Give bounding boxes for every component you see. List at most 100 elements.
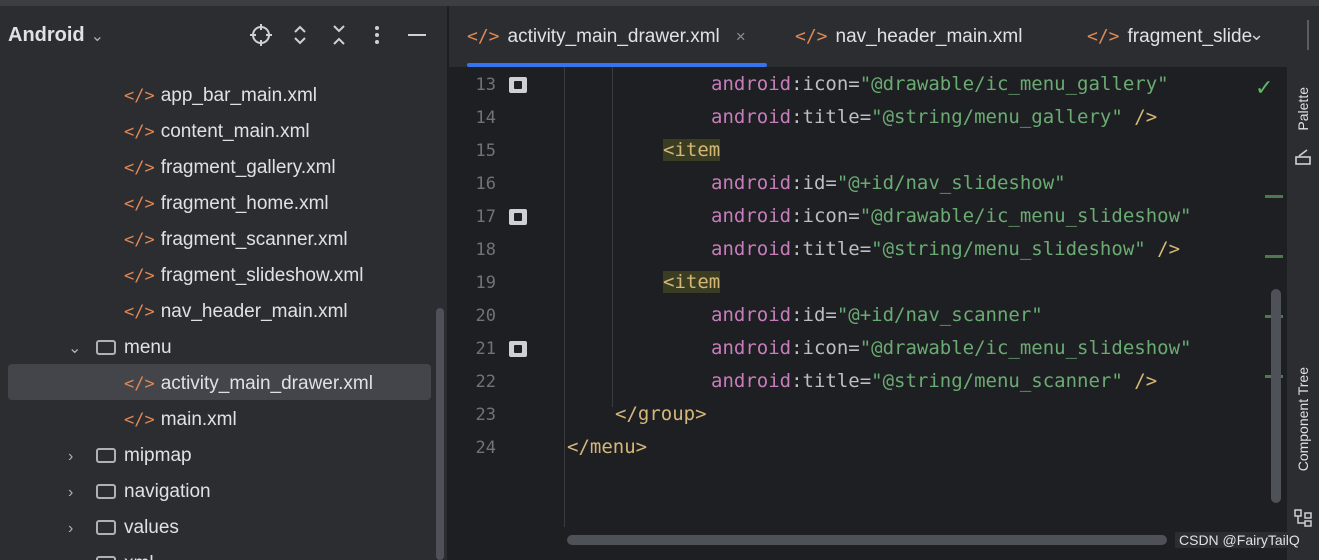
tree-item-file[interactable]: </> app_bar_main.xml — [124, 78, 317, 114]
xml-attribute: :title= — [791, 370, 872, 392]
no-problems-check-icon[interactable]: ✓ — [1255, 75, 1273, 101]
xml-file-icon: </> — [124, 86, 155, 106]
locate-icon[interactable] — [248, 23, 274, 49]
xml-tag: </menu> — [567, 436, 648, 458]
minimize-icon[interactable] — [404, 23, 430, 49]
code-line: </menu> — [567, 436, 647, 458]
folder-icon — [96, 340, 116, 355]
tree-item-file[interactable]: </> fragment_gallery.xml — [124, 150, 336, 186]
tree-item-file-selected[interactable]: </> activity_main_drawer.xml — [124, 366, 373, 402]
xml-value: "@drawable/ic_menu_slideshow" — [859, 337, 1192, 359]
code-editor[interactable]: 13 android:icon="@drawable/ic_menu_galle… — [449, 67, 1285, 560]
project-view-label: Android — [8, 24, 85, 46]
xml-value: "@string/menu_scanner" — [871, 370, 1123, 392]
component-tree-tool-button[interactable]: Component Tree — [1295, 367, 1311, 471]
tree-item-label: fragment_slideshow.xml — [160, 265, 364, 286]
xml-value: "@drawable/ic_menu_gallery" — [859, 73, 1169, 95]
tree-item-label: xml — [124, 553, 154, 560]
tab-label: nav_header_main.xml — [835, 26, 1023, 47]
xml-file-icon: </> — [795, 26, 828, 47]
scroll-marker — [1265, 195, 1283, 198]
chevron-right-icon[interactable]: › — [68, 439, 96, 475]
chevron-right-icon[interactable]: › — [68, 475, 96, 511]
xml-namespace: android — [711, 73, 792, 95]
project-panel: Android ⌄ </> app_bar_main.xml </> content_… — [0, 6, 447, 560]
code-line: android:icon="@drawable/ic_menu_slidesho… — [711, 337, 1191, 359]
chevron-right-icon[interactable]: › — [68, 511, 96, 547]
xml-value: "@string/menu_gallery" — [871, 106, 1123, 128]
code-line: <item — [663, 139, 721, 161]
collapse-all-icon[interactable] — [326, 23, 352, 49]
code-line: <item — [663, 271, 721, 293]
xml-namespace: android — [711, 106, 792, 128]
line-number: 24 — [475, 438, 496, 458]
xml-attribute: :icon= — [791, 205, 860, 227]
tab-label: fragment_slide — [1127, 26, 1253, 47]
code-line: android:title="@string/menu_slideshow" /… — [711, 238, 1180, 260]
component-tree-icon[interactable] — [1294, 509, 1312, 527]
chevron-right-icon[interactable]: › — [68, 547, 96, 560]
tree-item-label: content_main.xml — [160, 121, 310, 142]
tree-item-folder[interactable]: › navigation — [68, 474, 211, 510]
code-line: android:id="@+id/nav_scanner" — [711, 304, 1043, 326]
line-number: 18 — [475, 240, 496, 260]
code-line: android:title="@string/menu_scanner" /> — [711, 370, 1157, 392]
tree-item-file[interactable]: </> fragment_slideshow.xml — [124, 258, 363, 294]
code-line: android:id="@+id/nav_slideshow" — [711, 172, 1066, 194]
tree-item-folder[interactable]: › values — [68, 510, 179, 546]
palette-tool-button[interactable]: Palette — [1295, 87, 1311, 131]
chevron-down-icon[interactable]: ⌄ — [68, 331, 96, 367]
xml-file-icon: </> — [124, 302, 155, 322]
xml-file-icon: </> — [124, 158, 155, 178]
image-icon[interactable] — [509, 341, 527, 357]
xml-namespace: android — [711, 172, 792, 194]
xml-file-icon: </> — [124, 266, 155, 286]
xml-file-icon: </> — [467, 26, 500, 47]
editor-vertical-scrollbar[interactable] — [1271, 289, 1281, 503]
palette-icon[interactable] — [1295, 149, 1311, 165]
tree-item-folder[interactable]: › mipmap — [68, 438, 192, 474]
editor-tab-bar: </> activity_main_drawer.xml × </> nav_head… — [449, 6, 1319, 68]
xml-value: "@string/menu_slideshow" — [871, 238, 1146, 260]
tree-item-file[interactable]: </> content_main.xml — [124, 114, 310, 150]
watermark: CSDN @FairyTailQ — [1175, 532, 1304, 548]
xml-attribute: :id= — [791, 304, 837, 326]
project-view-selector[interactable]: Android ⌄ — [8, 24, 104, 47]
line-number: 19 — [475, 273, 496, 293]
indent-guide — [612, 67, 613, 407]
tree-item-label: fragment_scanner.xml — [160, 229, 348, 250]
xml-attribute: :icon= — [791, 337, 860, 359]
close-icon[interactable]: × — [736, 27, 746, 46]
chevron-down-icon: ⌄ — [90, 28, 105, 45]
xml-file-icon: </> — [1087, 26, 1120, 47]
tab-nav-header-main[interactable]: </> nav_header_main.xml — [795, 6, 1022, 67]
tree-item-label: activity_main_drawer.xml — [160, 373, 373, 394]
expand-collapse-icon[interactable] — [287, 23, 313, 49]
xml-attribute: :title= — [791, 106, 872, 128]
image-icon[interactable] — [509, 209, 527, 225]
tree-item-file[interactable]: </> nav_header_main.xml — [124, 294, 348, 330]
tree-item-file[interactable]: </> fragment_home.xml — [124, 186, 329, 222]
tab-activity-main-drawer[interactable]: </> activity_main_drawer.xml × — [467, 6, 767, 67]
tree-item-label: menu — [124, 337, 172, 358]
more-icon[interactable] — [364, 23, 390, 49]
project-scrollbar[interactable] — [436, 308, 444, 560]
chevron-down-icon[interactable]: ⌄ — [1249, 24, 1264, 45]
folder-icon — [96, 484, 116, 499]
tree-item-file[interactable]: </> main.xml — [124, 402, 237, 438]
tree-item-folder[interactable]: › xml — [68, 546, 154, 560]
tree-item-folder[interactable]: ⌄ menu — [68, 330, 172, 366]
tab-fragment-slideshow[interactable]: </> fragment_slide — [1087, 6, 1255, 67]
line-number: 14 — [475, 108, 496, 128]
editor-horizontal-scrollbar[interactable] — [567, 535, 1167, 545]
xml-namespace: android — [711, 205, 792, 227]
folder-icon — [96, 556, 116, 560]
tree-item-file[interactable]: </> fragment_scanner.xml — [124, 222, 348, 258]
xml-namespace: android — [711, 238, 792, 260]
xml-file-icon: </> — [124, 194, 155, 214]
project-tree: </> app_bar_main.xml </> content_main.xml … — [0, 68, 435, 560]
xml-tag-end: /> — [1145, 238, 1181, 260]
image-icon[interactable] — [509, 77, 527, 93]
scroll-marker — [1265, 255, 1283, 258]
xml-namespace: android — [711, 370, 792, 392]
